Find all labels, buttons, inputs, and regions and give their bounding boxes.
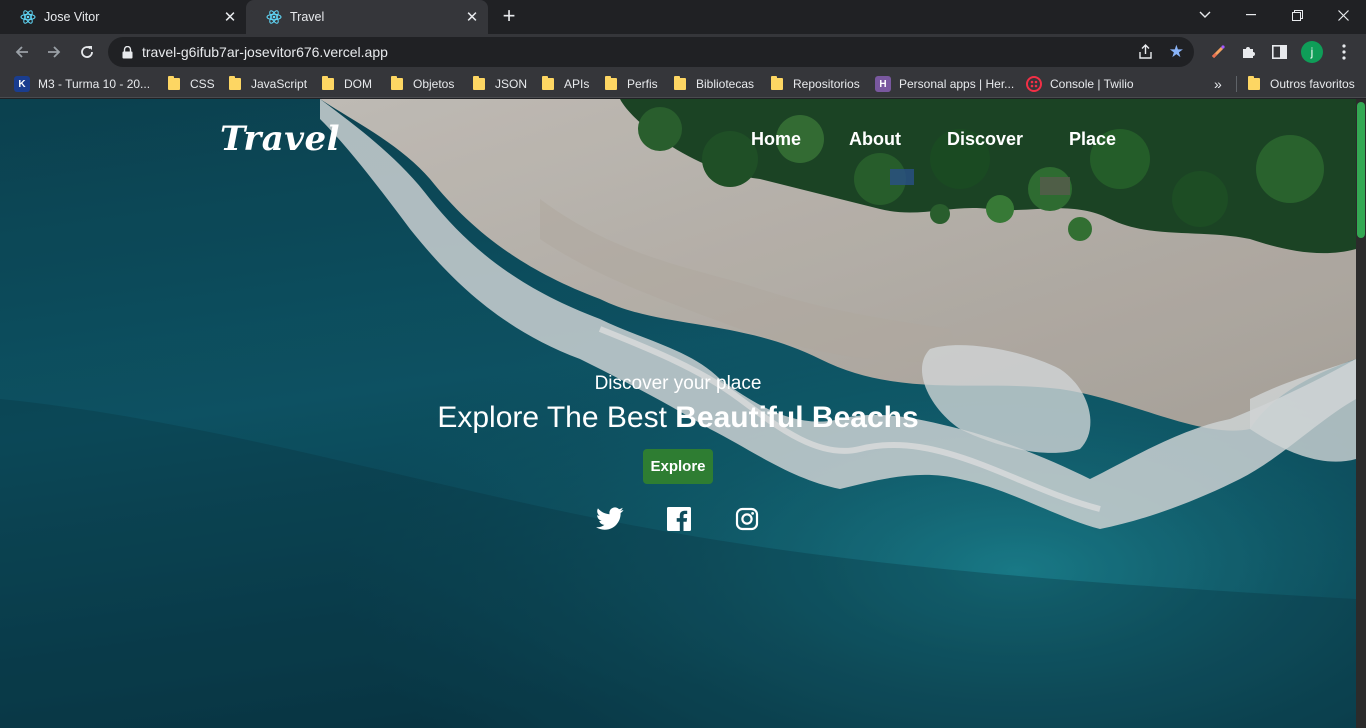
bookmark-folder[interactable]: JSON xyxy=(473,74,527,94)
restore-button[interactable] xyxy=(1274,0,1320,30)
browser-toolbar: travel-g6ifub7ar-josevitor676.vercel.app… xyxy=(0,34,1366,70)
new-tab-button[interactable]: + xyxy=(497,5,521,28)
react-icon xyxy=(20,9,36,25)
hero-title: Explore The Best Beautiful Beachs xyxy=(0,401,1356,435)
page-scrollbar[interactable] xyxy=(1356,99,1366,728)
bookmarks-divider xyxy=(1236,76,1237,92)
bookmark-folder[interactable]: Objetos xyxy=(391,74,454,94)
bookmark-folder[interactable]: DOM xyxy=(322,74,372,94)
bookmark-label: Repositorios xyxy=(793,77,860,91)
nav-link-discover[interactable]: Discover xyxy=(947,129,1023,150)
folder-icon xyxy=(674,76,686,90)
share-icon[interactable] xyxy=(1137,43,1154,65)
bookmark-folder[interactable]: Repositorios xyxy=(771,74,860,94)
tab-title: Jose Vitor xyxy=(44,10,100,24)
bookmark-label: DOM xyxy=(344,77,372,91)
bookmark-item[interactable]: H Personal apps | Her... xyxy=(875,74,1014,94)
bookmark-label: Objetos xyxy=(413,77,455,91)
menu-kebab-icon[interactable] xyxy=(1334,42,1354,62)
arrow-left-icon xyxy=(15,46,28,58)
bookmark-label: Console | Twilio xyxy=(1050,77,1134,91)
nav-link-home[interactable]: Home xyxy=(751,129,801,150)
twilio-icon xyxy=(1026,76,1042,92)
bookmark-label: M3 - Turma 10 - 20... xyxy=(38,77,151,91)
tab-travel[interactable]: Travel ✕ xyxy=(246,0,488,34)
reload-button[interactable] xyxy=(73,38,101,66)
folder-icon xyxy=(542,76,554,90)
folder-icon xyxy=(391,76,403,90)
address-bar[interactable]: travel-g6ifub7ar-josevitor676.vercel.app… xyxy=(108,37,1194,67)
site-icon: K xyxy=(14,76,30,92)
explore-button[interactable]: Explore xyxy=(643,449,713,484)
react-icon xyxy=(266,9,282,25)
side-panel-icon[interactable] xyxy=(1269,42,1289,62)
extensions-puzzle-icon[interactable] xyxy=(1238,42,1258,62)
hero-title-bold: Beautiful Beachs xyxy=(675,401,919,434)
lock-icon xyxy=(120,45,134,59)
facebook-icon[interactable] xyxy=(665,505,693,533)
bookmark-folder[interactable]: APIs xyxy=(542,74,589,94)
folder-icon xyxy=(473,76,485,90)
forward-button[interactable] xyxy=(40,38,68,66)
minimize-button[interactable] xyxy=(1228,0,1274,30)
instagram-icon[interactable] xyxy=(733,505,761,533)
bookmark-folder[interactable]: JavaScript xyxy=(229,74,307,94)
tab-jose-vitor[interactable]: Jose Vitor ✕ xyxy=(0,0,246,34)
bookmark-star-icon[interactable]: ★ xyxy=(1169,42,1184,62)
reload-icon xyxy=(81,46,93,58)
bookmark-label: Perfis xyxy=(627,77,658,91)
bookmark-label: JavaScript xyxy=(251,77,308,91)
close-icon[interactable]: ✕ xyxy=(220,7,240,27)
bookmark-label: CSS xyxy=(190,77,215,91)
bookmark-folder[interactable]: CSS xyxy=(168,74,215,94)
bookmark-folder[interactable]: Bibliotecas xyxy=(674,74,754,94)
bookmark-label: Bibliotecas xyxy=(696,77,755,91)
bookmark-item[interactable]: K M3 - Turma 10 - 20... xyxy=(14,74,150,94)
close-icon xyxy=(1337,9,1349,21)
folder-icon xyxy=(1248,76,1260,90)
site-logo[interactable]: Travel xyxy=(220,119,340,159)
tab-search-button[interactable] xyxy=(1182,0,1228,30)
twitter-icon[interactable] xyxy=(596,505,624,533)
folder-icon xyxy=(168,76,180,90)
heroku-icon: H xyxy=(875,76,891,92)
minimize-icon xyxy=(1246,14,1256,16)
tab-title: Travel xyxy=(290,10,325,24)
bookmark-label: Personal apps | Her... xyxy=(899,77,1015,91)
close-window-button[interactable] xyxy=(1320,0,1366,30)
bookmark-label: JSON xyxy=(495,77,528,91)
profile-avatar[interactable]: j xyxy=(1301,41,1323,63)
page-viewport: Travel Home About Discover Place Discove… xyxy=(0,99,1366,728)
hero-subtitle: Discover your place xyxy=(594,373,762,394)
close-icon[interactable]: ✕ xyxy=(462,7,482,27)
nav-link-place[interactable]: Place xyxy=(1069,129,1116,150)
bookmarks-bar: K M3 - Turma 10 - 20... CSS JavaScript D… xyxy=(0,70,1366,98)
extension-pen-icon[interactable] xyxy=(1208,42,1228,62)
bookmark-label: APIs xyxy=(564,77,590,91)
chevron-down-icon xyxy=(1199,11,1211,18)
back-button[interactable] xyxy=(8,38,36,66)
folder-icon xyxy=(605,76,617,90)
arrow-right-icon xyxy=(48,46,61,58)
hero-title-regular: Explore The Best xyxy=(437,401,676,434)
scrollbar-thumb[interactable] xyxy=(1357,102,1365,238)
folder-icon xyxy=(229,76,241,90)
url-text: travel-g6ifub7ar-josevitor676.vercel.app xyxy=(142,44,388,60)
tab-strip: Jose Vitor ✕ Travel ✕ + xyxy=(0,0,1366,34)
folder-icon xyxy=(322,76,334,90)
restore-icon xyxy=(1291,9,1303,21)
bookmark-item[interactable]: Console | Twilio xyxy=(1026,74,1134,94)
nav-link-about[interactable]: About xyxy=(849,129,901,150)
more-bookmarks-button[interactable]: » xyxy=(1214,74,1222,94)
folder-icon xyxy=(771,76,783,90)
other-bookmarks-folder[interactable]: Outros favoritos xyxy=(1248,74,1355,94)
bookmark-folder[interactable]: Perfis xyxy=(605,74,658,94)
bookmark-label: Outros favoritos xyxy=(1270,77,1355,91)
